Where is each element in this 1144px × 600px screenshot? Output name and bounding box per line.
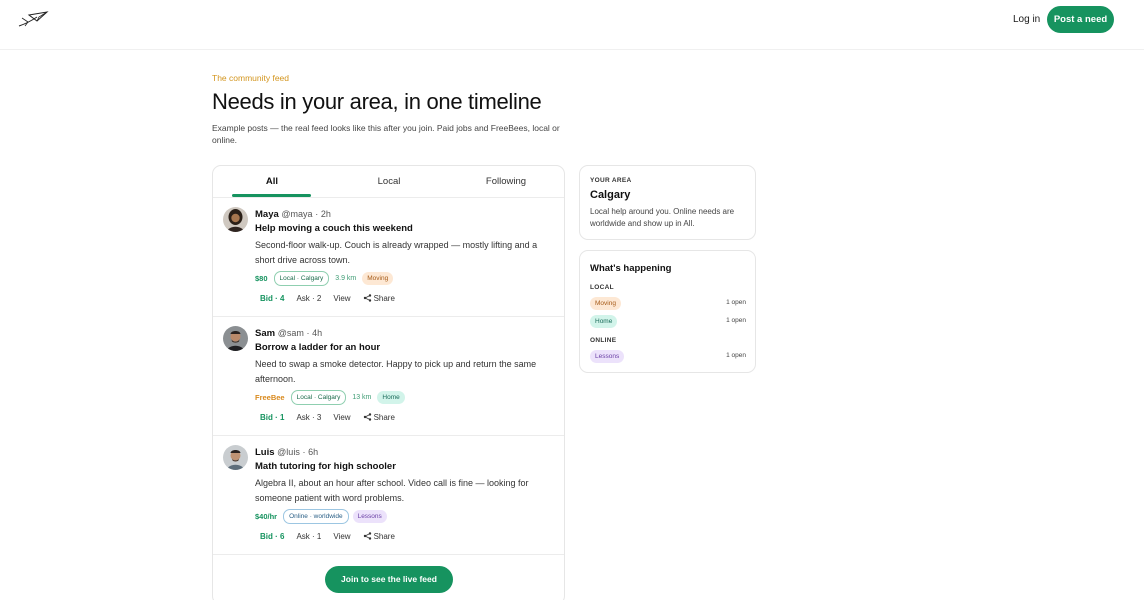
login-link[interactable]: Log in [1013, 13, 1040, 27]
author-handle: @maya [281, 209, 313, 219]
avatar[interactable] [223, 326, 248, 351]
post-body: Algebra II, about an hour after school. … [255, 478, 529, 503]
post-meta: Maya @maya · 2h [255, 208, 331, 221]
post-tags: FreeBee Local · Calgary 13 km Home [255, 390, 405, 405]
whats-happening-card: What's happening LOCAL Moving 1 open Hom… [579, 250, 756, 373]
happening-row[interactable]: Moving 1 open [590, 297, 746, 311]
avatar[interactable] [223, 207, 248, 232]
post-time: 4h [312, 328, 323, 338]
happening-title: What's happening [590, 263, 672, 274]
post-time: 2h [320, 209, 331, 219]
tab-following[interactable]: Following [467, 176, 545, 187]
share-label: Share [373, 294, 395, 303]
open-count: 1 open [726, 299, 746, 306]
meta-separator: · [302, 447, 306, 457]
price-label: $80 [255, 274, 268, 283]
post-actions: Bid · 1 Ask · 3 View Share [260, 412, 395, 424]
bid-button[interactable]: Bid · 6 [260, 531, 284, 543]
share-button[interactable]: Share [363, 531, 395, 543]
share-icon [363, 413, 371, 421]
avatar[interactable] [223, 445, 248, 470]
author-name[interactable]: Sam [255, 328, 275, 339]
share-icon [363, 532, 371, 540]
top-nav: Log in Post a need [0, 0, 1144, 50]
open-count: 1 open [726, 352, 746, 359]
post-title[interactable]: Math tutoring for high schooler [255, 461, 396, 473]
post-actions: Bid · 6 Ask · 1 View Share [260, 531, 395, 543]
tab-local[interactable]: Local [350, 176, 428, 187]
category-chip[interactable]: Moving [362, 272, 394, 285]
share-label: Share [373, 413, 395, 422]
feed-post: Maya @maya · 2h Help moving a couch this… [213, 198, 564, 317]
location-chip: Local · Calgary [273, 271, 330, 286]
post-tags: $40/hr Online · worldwide Lessons [255, 509, 387, 524]
view-button[interactable]: View [333, 531, 350, 543]
ask-button[interactable]: Ask · 3 [296, 412, 321, 424]
active-tab-indicator [232, 194, 311, 197]
price-label: $40/hr [255, 512, 278, 521]
post-body: Need to swap a smoke detector. Happy to … [255, 359, 537, 384]
page-title: Needs in your area, in one timeline [212, 89, 542, 114]
area-city: Calgary [590, 189, 631, 201]
section-eyebrow: The community feed [212, 73, 290, 83]
view-button[interactable]: View [333, 293, 350, 305]
avatar-photo-icon [223, 207, 248, 232]
post-title[interactable]: Help moving a couch this weekend [255, 223, 413, 235]
online-section-label: ONLINE [590, 337, 617, 344]
bid-button[interactable]: Bid · 4 [260, 293, 284, 305]
meta-separator: · [315, 209, 319, 219]
feed-post: Sam @sam · 4h Borrow a ladder for an hou… [213, 317, 564, 436]
avatar-photo-icon [223, 326, 248, 351]
category-chip[interactable]: Lessons [590, 350, 625, 363]
bid-button[interactable]: Bid · 1 [260, 412, 284, 424]
category-chip[interactable]: Home [377, 391, 405, 404]
author-name[interactable]: Luis [255, 447, 275, 458]
open-count: 1 open [726, 317, 746, 324]
author-handle: @sam [277, 328, 304, 338]
intro-text: Example posts — the real feed looks like… [212, 123, 560, 145]
area-description: Local help around you. Online needs are … [590, 207, 735, 228]
your-area-card: YOUR AREA Calgary Local help around you.… [579, 165, 756, 240]
view-button[interactable]: View [333, 412, 350, 424]
share-label: Share [373, 532, 395, 541]
author-name[interactable]: Maya [255, 209, 279, 220]
category-chip[interactable]: Lessons [352, 510, 387, 523]
ask-button[interactable]: Ask · 1 [296, 531, 321, 543]
happening-row[interactable]: Home 1 open [590, 315, 746, 329]
post-title[interactable]: Borrow a ladder for an hour [255, 342, 380, 354]
local-section-label: LOCAL [590, 284, 614, 291]
happening-row[interactable]: Lessons 1 open [590, 350, 746, 364]
price-label: FreeBee [255, 393, 285, 402]
area-eyebrow: YOUR AREA [590, 177, 632, 184]
share-icon [363, 294, 371, 302]
post-meta: Luis @luis · 6h [255, 446, 318, 459]
post-tags: $80 Local · Calgary 3.9 km Moving [255, 271, 394, 286]
avatar-photo-icon [223, 445, 248, 470]
post-body: Second-floor walk-up. Couch is already w… [255, 240, 538, 265]
tab-all[interactable]: All [233, 176, 311, 187]
join-feed-button[interactable]: Join to see the live feed [325, 566, 453, 593]
location-chip: Online · worldwide [283, 509, 349, 524]
share-button[interactable]: Share [363, 412, 395, 424]
category-chip[interactable]: Home [590, 315, 618, 328]
post-meta: Sam @sam · 4h [255, 327, 322, 340]
feed-card: All Local Following Maya @maya · 2h Help… [212, 165, 565, 600]
share-button[interactable]: Share [363, 293, 395, 305]
post-actions: Bid · 4 Ask · 2 View Share [260, 293, 395, 305]
meta-separator: · [306, 328, 310, 338]
post-need-button[interactable]: Post a need [1047, 6, 1114, 33]
ask-button[interactable]: Ask · 2 [296, 293, 321, 305]
location-chip: Local · Calgary [290, 390, 347, 405]
feed-tabs: All Local Following [213, 166, 564, 198]
feed-post: Luis @luis · 6h Math tutoring for high s… [213, 436, 564, 555]
category-chip[interactable]: Moving [590, 297, 621, 310]
paper-plane-logo-icon[interactable] [17, 9, 51, 29]
post-time: 6h [308, 447, 319, 457]
distance-label: 3.9 km [335, 275, 357, 282]
distance-label: 13 km [352, 394, 372, 401]
author-handle: @luis [277, 447, 300, 457]
